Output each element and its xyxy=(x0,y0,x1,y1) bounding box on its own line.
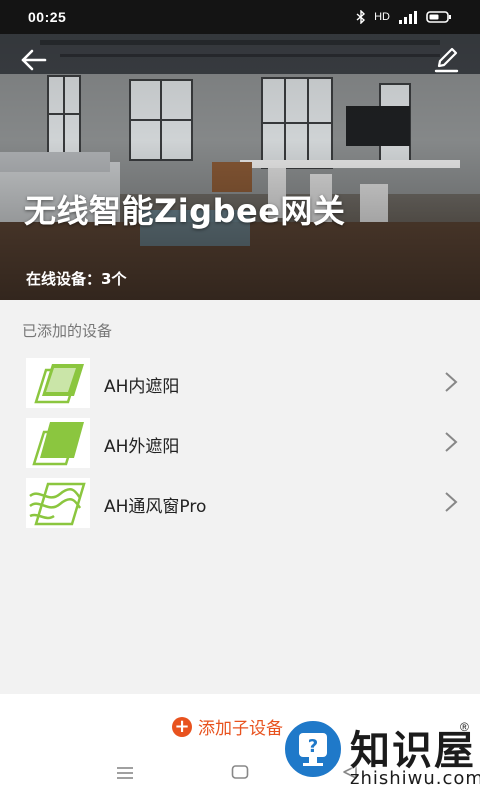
plus-circle-icon: + xyxy=(172,716,192,737)
add-sub-device-button[interactable]: + 添加子设备 xyxy=(172,714,283,739)
svg-text:?: ? xyxy=(308,736,318,757)
chevron-right-icon xyxy=(445,372,458,392)
indoor-shade-icon xyxy=(26,358,90,408)
watermark-icon: ? xyxy=(282,718,344,780)
device-name: AH内遮阳 xyxy=(104,377,180,397)
registered-mark: ® xyxy=(460,720,469,734)
status-icons: HD xyxy=(356,10,452,24)
outdoor-shade-icon xyxy=(26,418,90,468)
menu-icon[interactable] xyxy=(116,766,134,780)
battery-icon xyxy=(426,11,451,23)
watermark-url: zhishiwu.com xyxy=(350,768,480,789)
status-bar: 00:25 HD xyxy=(0,0,480,34)
chevron-right-icon xyxy=(445,492,458,512)
device-name: AH外遮阳 xyxy=(104,437,180,457)
status-time: 00:25 xyxy=(28,9,67,25)
device-row-outdoor-shade[interactable]: AH外遮阳 xyxy=(0,412,480,472)
add-sub-device-label: 添加子设备 xyxy=(198,719,283,739)
device-row-indoor-shade[interactable]: AH内遮阳 xyxy=(0,352,480,412)
back-arrow-icon[interactable] xyxy=(20,46,48,74)
ventilation-window-icon xyxy=(26,478,90,528)
online-device-count: 在线设备：3个 xyxy=(26,270,127,288)
device-name: AH通风窗Pro xyxy=(104,497,207,517)
home-icon[interactable] xyxy=(231,764,249,780)
bluetooth-icon xyxy=(356,10,366,24)
edit-pencil-icon[interactable] xyxy=(432,46,460,74)
gateway-title: 无线智能Zigbee网关 xyxy=(24,192,346,230)
watermark-logo: ? 知识屋 ® zhishiwu.com xyxy=(282,716,480,800)
gateway-header: 无线智能Zigbee网关 在线设备：3个 xyxy=(0,34,480,300)
signal-icon xyxy=(399,11,417,24)
added-devices-heading: 已添加的设备 xyxy=(22,322,113,340)
chevron-right-icon xyxy=(445,432,458,452)
device-list: AH内遮阳 AH外遮阳 AH通风窗Pro xyxy=(0,352,480,532)
network-label: HD xyxy=(374,11,390,23)
device-row-ventilation-window[interactable]: AH通风窗Pro xyxy=(0,472,480,532)
